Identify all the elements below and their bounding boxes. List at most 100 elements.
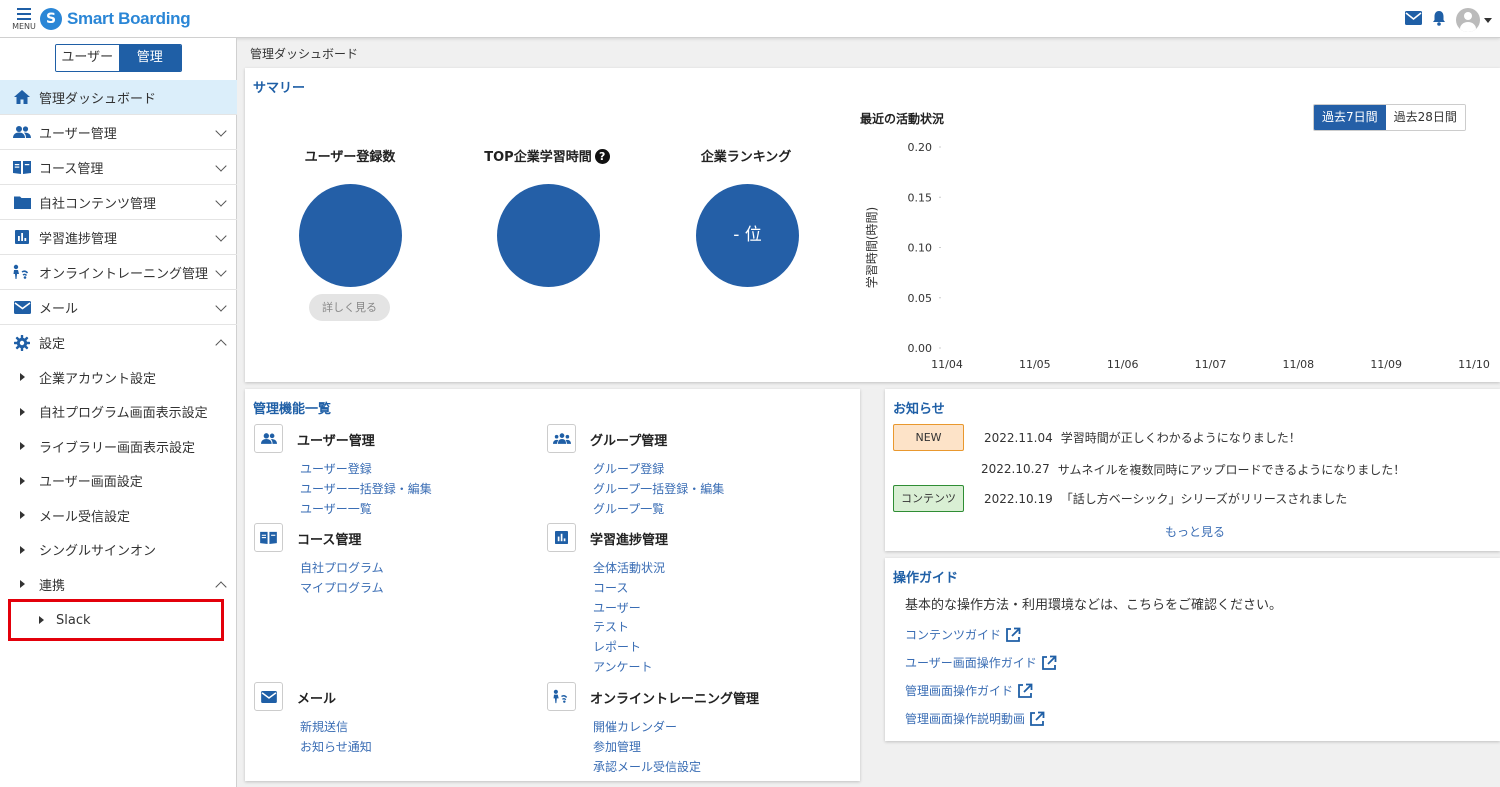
- bar-chart-icon: [13, 229, 31, 245]
- settings-item-label: 企業アカウント設定: [39, 371, 157, 387]
- feature-link[interactable]: 承認メール受信設定: [593, 758, 701, 778]
- guide-link-admin-screen[interactable]: 管理画面操作ガイド: [905, 682, 1033, 699]
- sidebar-item-label: 学習進捗管理: [39, 231, 118, 247]
- features-card: 管理機能一覧 ユーザー管理 ユーザー登録 ユーザー一括登録・編集 ユーザー一覧 …: [245, 389, 860, 781]
- settings-item-user-screen[interactable]: ユーザー画面設定: [0, 464, 237, 499]
- feature-link[interactable]: 自社プログラム: [300, 559, 384, 579]
- mode-user-button[interactable]: ユーザー: [56, 45, 119, 71]
- integration-item-slack[interactable]: Slack: [8, 599, 224, 641]
- feature-link[interactable]: お知らせ通知: [300, 738, 372, 758]
- period-28-days-button[interactable]: 過去28日間: [1385, 105, 1465, 130]
- chevron-down-icon: [1484, 17, 1492, 23]
- settings-item-company-account[interactable]: 企業アカウント設定: [0, 360, 237, 395]
- news-more-link[interactable]: もっと見る: [1165, 523, 1225, 540]
- mail-icon[interactable]: [1405, 11, 1422, 29]
- mail-icon: [13, 299, 31, 315]
- sidebar-item-user-management[interactable]: ユーザー管理: [0, 115, 237, 150]
- news-item[interactable]: 2022.10.27 サムネイルを複数同時にアップロードできるようになりました！: [981, 461, 1405, 477]
- feature-group-title: メール: [297, 692, 337, 707]
- home-icon: [13, 89, 31, 105]
- metric-circle-top-time: [497, 184, 600, 287]
- feature-group-title: オンライントレーニング管理: [590, 692, 760, 707]
- feature-link[interactable]: グループ一括登録・編集: [593, 480, 724, 500]
- metric-title-ranking: 企業ランキング: [700, 150, 792, 165]
- feature-link[interactable]: 参加管理: [593, 738, 701, 758]
- metric-title-top-time: TOP企業学習時間?: [467, 146, 627, 165]
- feature-links: ユーザー登録 ユーザー一括登録・編集 ユーザー一覧: [300, 460, 432, 519]
- guide-link-user-screen[interactable]: ユーザー画面操作ガイド: [905, 654, 1057, 671]
- external-link-icon: [1006, 627, 1021, 642]
- settings-item-program-display[interactable]: 自社プログラム画面表示設定: [0, 395, 237, 430]
- mode-admin-button[interactable]: 管理: [118, 45, 181, 71]
- feature-link[interactable]: テスト: [593, 618, 665, 638]
- feature-link[interactable]: グループ登録: [593, 460, 724, 480]
- period-7-days-button[interactable]: 過去7日間: [1314, 105, 1386, 130]
- guide-link-admin-video[interactable]: 管理画面操作説明動画: [905, 710, 1045, 727]
- chevron-down-icon: [215, 125, 227, 137]
- logo-text: Smart Boarding: [67, 9, 191, 28]
- guide-link-contents[interactable]: コンテンツガイド: [905, 626, 1021, 643]
- gear-icon: [13, 334, 31, 351]
- sidebar-item-progress-management[interactable]: 学習進捗管理: [0, 220, 237, 255]
- settings-item-label: 自社プログラム画面表示設定: [39, 406, 208, 422]
- feature-link[interactable]: マイプログラム: [300, 579, 384, 599]
- settings-item-mail-receive[interactable]: メール受信設定: [0, 498, 237, 533]
- feature-links: 新規送信 お知らせ通知: [300, 718, 372, 758]
- settings-item-sso[interactable]: シングルサインオン: [0, 533, 237, 568]
- guide-link-label: ユーザー画面操作ガイド: [905, 656, 1037, 670]
- caret-right-icon: [39, 616, 44, 624]
- chevron-down-icon: [215, 195, 227, 207]
- help-icon[interactable]: ?: [594, 149, 610, 164]
- menu-button[interactable]: MENU: [10, 6, 38, 34]
- feature-link[interactable]: 開催カレンダー: [593, 718, 701, 738]
- caret-right-icon: [20, 407, 25, 416]
- guide-link-label: 管理画面操作ガイド: [905, 684, 1014, 698]
- app-logo[interactable]: S Smart Boarding: [40, 8, 191, 30]
- y-tick-label: 0.20: [908, 141, 933, 154]
- sidebar-item-mail[interactable]: メール: [0, 290, 237, 325]
- news-card: お知らせ NEW 2022.11.04 学習時間が正しくわかるようになりました！…: [885, 389, 1500, 551]
- feature-links: 全体活動状況 コース ユーザー テスト レポート アンケート: [593, 559, 665, 678]
- caret-right-icon: [20, 442, 25, 451]
- feature-link[interactable]: レポート: [593, 638, 665, 658]
- detail-button[interactable]: 詳しく見る: [309, 294, 390, 321]
- x-tick-label: 11/05: [1019, 358, 1051, 371]
- feature-group-title: ユーザー管理: [297, 434, 375, 449]
- period-toggle: 過去7日間 過去28日間: [1313, 104, 1466, 131]
- sidebar-item-dashboard[interactable]: 管理ダッシュボード: [0, 80, 237, 115]
- feature-link[interactable]: コース: [593, 579, 665, 599]
- settings-item-label: 連携: [39, 578, 66, 594]
- feature-link[interactable]: 全体活動状況: [593, 559, 665, 579]
- sidebar-item-course-management[interactable]: コース管理: [0, 150, 237, 185]
- bell-icon[interactable]: [1432, 10, 1446, 30]
- settings-item-label: シングルサインオン: [39, 544, 157, 560]
- sidebar-item-content-management[interactable]: 自社コンテンツ管理: [0, 185, 237, 220]
- feature-link[interactable]: ユーザー: [593, 599, 665, 619]
- feature-link[interactable]: ユーザー一括登録・編集: [300, 480, 432, 500]
- caret-right-icon: [20, 545, 25, 554]
- caret-right-icon: [20, 476, 25, 485]
- integration-item-label: Slack: [56, 612, 91, 628]
- feature-link[interactable]: グループ一覧: [593, 500, 724, 520]
- user-menu[interactable]: [1456, 8, 1492, 32]
- x-tick-label: 11/07: [1195, 358, 1227, 371]
- feature-link[interactable]: 新規送信: [300, 718, 372, 738]
- news-item[interactable]: NEW 2022.11.04 学習時間が正しくわかるようになりました！: [893, 424, 1301, 451]
- feature-link[interactable]: アンケート: [593, 658, 665, 678]
- guide-title: 操作ガイド: [893, 571, 959, 586]
- news-item[interactable]: コンテンツ 2022.10.19 「話し方ベーシック」シリーズがリリースされまし…: [893, 485, 1347, 512]
- news-text: 学習時間が正しくわかるようになりました！: [1060, 431, 1301, 445]
- metric-circle-users: [299, 184, 402, 287]
- settings-item-integration[interactable]: 連携: [0, 567, 237, 602]
- chevron-down-icon: [215, 265, 227, 277]
- sidebar-item-online-training[interactable]: オンライントレーニング管理: [0, 255, 237, 290]
- hamburger-icon: [17, 8, 31, 20]
- feature-link[interactable]: ユーザー登録: [300, 460, 432, 480]
- sidebar-item-label: ユーザー管理: [39, 126, 117, 142]
- news-date: 2022.11.04: [984, 430, 1053, 445]
- sidebar-item-settings[interactable]: 設定: [0, 325, 237, 360]
- news-date: 2022.10.27: [981, 462, 1050, 476]
- settings-item-library-display[interactable]: ライブラリー画面表示設定: [0, 429, 237, 464]
- sidebar-item-label: 設定: [39, 337, 66, 352]
- feature-link[interactable]: ユーザー一覧: [300, 500, 432, 520]
